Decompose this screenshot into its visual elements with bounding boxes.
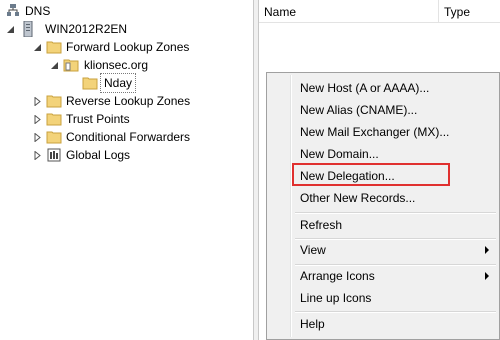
menu-item-label: View [300, 243, 326, 257]
zone-folder-icon [63, 57, 79, 73]
menu-item-new-alias[interactable]: New Alias (CNAME)... [300, 99, 417, 121]
menu-separator [295, 311, 496, 313]
folder-icon [46, 39, 62, 55]
tree-label: WIN2012R2EN [45, 22, 128, 36]
tree-item-reverse-zones[interactable]: Reverse Lookup Zones [0, 92, 250, 110]
tree-label: Trust Points [66, 112, 130, 126]
tree-label: DNS [25, 4, 51, 18]
folder-icon [46, 111, 62, 127]
menu-item-other-records[interactable]: Other New Records... [300, 187, 415, 209]
highlight-box [292, 163, 450, 186]
tree-label: Conditional Forwarders [66, 130, 191, 144]
submenu-arrow-icon [485, 246, 489, 254]
column-header-name[interactable]: Name [259, 0, 439, 22]
context-menu: New Host (A or AAAA)... New Alias (CNAME… [266, 72, 500, 340]
tree-item-conditional-forwarders[interactable]: Conditional Forwarders [0, 128, 250, 146]
log-icon [46, 147, 62, 163]
tree-item-global-logs[interactable]: Global Logs [0, 146, 250, 164]
menu-item-view[interactable]: View [300, 239, 490, 261]
tree-item-forward-zones[interactable]: Forward Lookup Zones [0, 38, 250, 56]
collapse-arrow-icon[interactable] [33, 43, 42, 52]
menu-item-arrange-icons[interactable]: Arrange Icons [300, 265, 490, 287]
menu-item-new-domain[interactable]: New Domain... [300, 143, 379, 165]
menu-item-label: Arrange Icons [300, 269, 375, 283]
menu-gutter [290, 75, 292, 337]
collapse-arrow-icon[interactable] [6, 25, 15, 34]
dns-icon [5, 3, 21, 19]
tree-label: Forward Lookup Zones [66, 40, 190, 54]
folder-icon [82, 75, 98, 91]
menu-item-refresh[interactable]: Refresh [300, 214, 342, 236]
tree-label: klionsec.org [84, 58, 149, 72]
menu-item-help[interactable]: Help [300, 313, 325, 335]
tree-item-dns[interactable]: DNS [0, 2, 250, 20]
tree-item-trust-points[interactable]: Trust Points [0, 110, 250, 128]
column-header-type[interactable]: Type [439, 0, 500, 22]
tree-item-server[interactable]: WIN2012R2EN [0, 20, 250, 38]
expand-arrow-icon[interactable] [33, 133, 42, 142]
tree-item-nday[interactable]: Nday [0, 73, 250, 93]
menu-item-line-up-icons[interactable]: Line up Icons [300, 287, 371, 309]
console-tree: DNS WIN2012R2EN Forward Lookup Zones kli… [0, 0, 254, 340]
menu-item-new-host[interactable]: New Host (A or AAAA)... [300, 77, 429, 99]
tree-label: Nday [100, 73, 137, 93]
server-icon [20, 20, 36, 38]
collapse-arrow-icon[interactable] [50, 61, 59, 70]
tree-label: Global Logs [66, 148, 131, 162]
menu-item-new-mx[interactable]: New Mail Exchanger (MX)... [300, 121, 449, 143]
tree-item-zone[interactable]: klionsec.org [0, 56, 250, 74]
submenu-arrow-icon [485, 272, 489, 280]
expand-arrow-icon[interactable] [33, 151, 42, 160]
list-header: Name Type [259, 0, 500, 23]
folder-icon [46, 93, 62, 109]
tree-label: Reverse Lookup Zones [66, 94, 191, 108]
expand-arrow-icon[interactable] [33, 97, 42, 106]
expand-arrow-icon[interactable] [33, 115, 42, 124]
folder-icon [46, 129, 62, 145]
